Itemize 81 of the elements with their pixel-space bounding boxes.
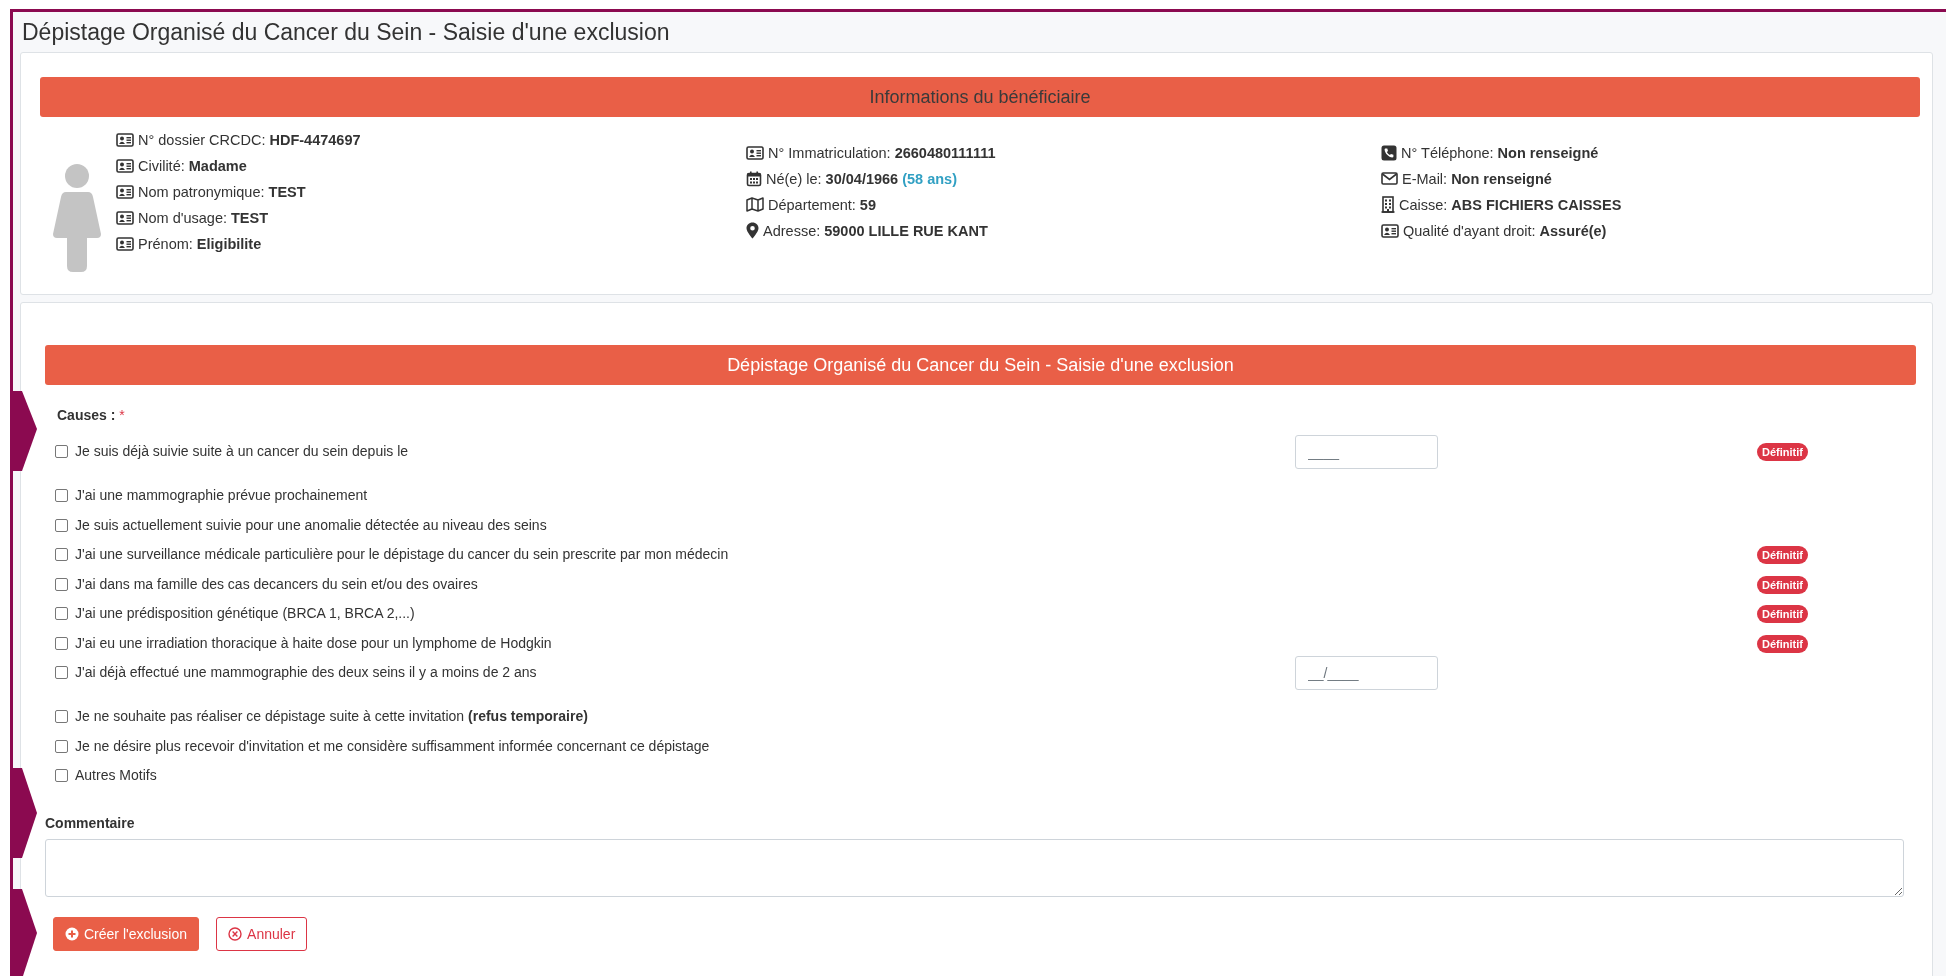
checkbox[interactable] [55,710,68,723]
map-icon [746,197,764,212]
cause-label: Je suis déjà suivie suite à un cancer du sein depuis le [75,443,409,459]
cause-label: J'ai une mammographie prévue prochainement [75,487,368,503]
info-value: 30/04/1966 [825,170,899,187]
info-label: Nom d'usage: [138,209,227,226]
info-value: Madame [188,157,247,174]
comment-label: Commentaire [45,813,136,831]
info-label: Civilité: [138,157,185,174]
info-label: Adresse: [763,222,821,239]
checkbox[interactable] [55,577,68,591]
checkbox[interactable] [55,739,68,753]
id-card-icon [746,145,764,160]
x-circle-icon [228,926,243,941]
required-mark: * [119,407,125,423]
info-value: TEST [268,183,306,200]
calendar-icon [746,170,762,187]
info-label: N° Immatriculation: [768,144,891,161]
comment-field[interactable] [45,838,1904,897]
plus-circle-icon [65,926,79,941]
id-card-icon [1381,223,1399,238]
info-label: Qualité d'ayant droit: [1403,222,1536,239]
id-card-icon [116,236,134,251]
id-card-icon [116,184,134,199]
checkbox[interactable] [55,607,68,620]
date-field[interactable]: __/____ [1295,656,1438,690]
status-badge: Définitif [1757,575,1808,594]
cause-label: J'ai dans ma famille des cas decancers du sein et/ou des ovaires [75,575,478,592]
checkbox[interactable] [55,548,68,561]
info-label: Né(e) le: [766,170,822,187]
info-label: N° dossier CRCDC: [138,131,266,148]
building-icon [1381,196,1395,213]
checkbox[interactable] [55,445,68,458]
cancel-button[interactable]: Annuler [216,916,308,951]
info-label: Caisse: [1399,196,1448,213]
info-value: Non renseigné [1497,144,1599,161]
info-value: Non renseigné [1451,170,1552,187]
info-value: HDF-4474697 [269,131,361,148]
info-label: N° Téléphone: [1401,144,1494,161]
info-value: TEST [231,209,269,226]
date-field[interactable]: ____ [1295,435,1438,469]
page-title: Dépistage Organisé du Cancer du Sein - Saisie d'une exclusion [21,18,671,47]
id-card-icon [116,132,134,147]
checkbox[interactable] [55,489,68,502]
cause-label: Je ne souhaite pas réaliser ce dépistage suite à cette invitation (refus temporaire) [75,708,588,724]
status-badge: Définitif [1757,443,1808,461]
checkbox[interactable] [55,518,68,532]
checkbox[interactable] [55,769,68,782]
info-value: 59 [859,196,876,213]
info-label: Nom patronymique: [138,183,265,200]
info-label: E-Mail: [1402,170,1448,187]
status-badge: Définitif [1757,605,1808,623]
info-value: Assuré(e) [1539,222,1607,239]
location-pin-icon [746,222,759,239]
checkbox[interactable] [55,636,68,650]
age-note: (58 ans) [902,170,957,187]
phone-icon [1381,144,1397,161]
id-card-icon [116,158,134,173]
person-silhouette-icon [52,162,102,272]
cause-label: J'ai eu une irradiation thoracique à haite dose pour un lymphome de Hodgkin [75,634,552,651]
cause-label: Je suis actuellement suivie pour une anomalie détectée au niveau des seins [75,516,547,533]
info-label: Département: [768,196,856,213]
causes-label: Causes : [57,407,116,423]
info-value: 2660480111111 [894,144,996,161]
cause-label: Je ne désire plus recevoir d'invitation et me considère suffisamment informée concernant ce dépistage [75,737,710,754]
section-header: Informations du bénéficiaire [40,77,1920,117]
cause-label: J'ai une prédisposition génétique (BRCA 1, BRCA 2,...) [75,605,415,621]
status-badge: Définitif [1757,546,1808,564]
section-header: Dépistage Organisé du Cancer du Sein - Saisie d'une exclusion [45,345,1916,385]
cause-label: J'ai une surveillance médicale particulière pour le dépistage du cancer du sein prescrite par mon médecin [75,546,729,562]
info-label: Prénom: [138,235,193,252]
status-badge: Définitif [1757,634,1808,653]
checkbox[interactable] [55,666,68,679]
info-value: ABS FICHIERS CAISSES [1451,196,1622,213]
id-card-icon [116,210,134,225]
cause-label: J'ai déjà effectué une mammographie des deux seins il y a moins de 2 ans [75,664,537,680]
info-value: 59000 LILLE RUE KANT [824,222,988,239]
envelope-icon [1381,172,1398,185]
create-button[interactable]: Créer l'exclusion [53,916,200,951]
info-value: Eligibilite [196,235,262,252]
cause-label: Autres Motifs [75,767,157,783]
